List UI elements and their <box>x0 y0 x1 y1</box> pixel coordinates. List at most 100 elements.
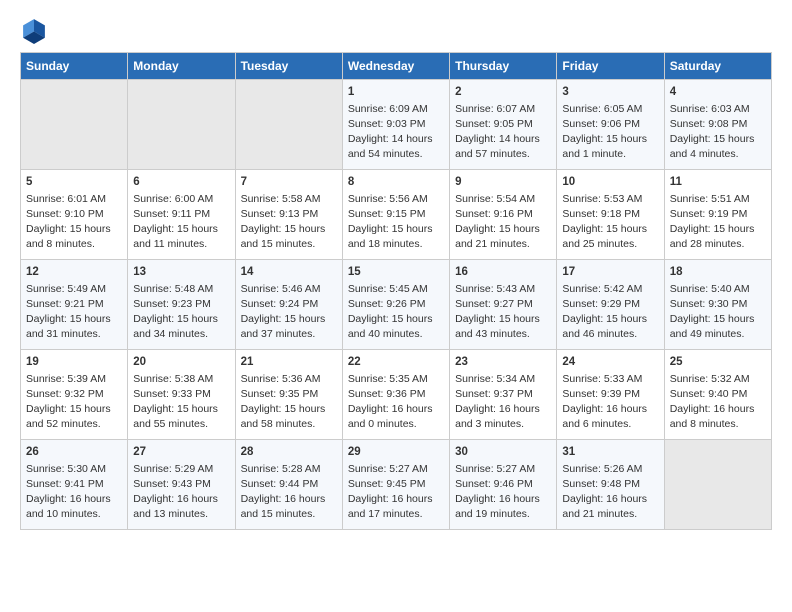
day-info: Sunrise: 5:27 AM <box>348 462 444 477</box>
day-info: Sunrise: 5:58 AM <box>241 192 337 207</box>
day-info: Daylight: 15 hours <box>241 312 337 327</box>
day-info: and 15 minutes. <box>241 507 337 522</box>
day-number: 30 <box>455 444 551 461</box>
day-number: 31 <box>562 444 658 461</box>
day-info: Sunrise: 5:32 AM <box>670 372 766 387</box>
column-header-wednesday: Wednesday <box>342 53 449 80</box>
day-info: and 58 minutes. <box>241 417 337 432</box>
day-info: and 19 minutes. <box>455 507 551 522</box>
day-info: Sunset: 9:13 PM <box>241 207 337 222</box>
day-info: Daylight: 15 hours <box>241 222 337 237</box>
day-info: Daylight: 15 hours <box>562 312 658 327</box>
day-info: and 21 minutes. <box>562 507 658 522</box>
day-info: Sunset: 9:24 PM <box>241 297 337 312</box>
day-info: Daylight: 15 hours <box>133 312 229 327</box>
day-info: Daylight: 16 hours <box>348 492 444 507</box>
day-info: Sunset: 9:03 PM <box>348 117 444 132</box>
day-info: Sunrise: 5:46 AM <box>241 282 337 297</box>
calendar-cell: 5Sunrise: 6:01 AMSunset: 9:10 PMDaylight… <box>21 170 128 260</box>
day-info: Daylight: 15 hours <box>348 312 444 327</box>
day-number: 16 <box>455 264 551 281</box>
day-info: Daylight: 16 hours <box>670 402 766 417</box>
day-info: Sunset: 9:40 PM <box>670 387 766 402</box>
day-number: 11 <box>670 174 766 191</box>
day-number: 15 <box>348 264 444 281</box>
calendar-header: SundayMondayTuesdayWednesdayThursdayFrid… <box>21 53 772 80</box>
calendar-cell: 17Sunrise: 5:42 AMSunset: 9:29 PMDayligh… <box>557 260 664 350</box>
calendar-cell: 14Sunrise: 5:46 AMSunset: 9:24 PMDayligh… <box>235 260 342 350</box>
day-info: Sunset: 9:30 PM <box>670 297 766 312</box>
day-info: and 17 minutes. <box>348 507 444 522</box>
calendar-cell: 16Sunrise: 5:43 AMSunset: 9:27 PMDayligh… <box>450 260 557 350</box>
day-info: Sunrise: 5:39 AM <box>26 372 122 387</box>
day-info: Sunset: 9:05 PM <box>455 117 551 132</box>
day-info: and 54 minutes. <box>348 147 444 162</box>
week-row-3: 12Sunrise: 5:49 AMSunset: 9:21 PMDayligh… <box>21 260 772 350</box>
calendar-cell: 9Sunrise: 5:54 AMSunset: 9:16 PMDaylight… <box>450 170 557 260</box>
day-number: 19 <box>26 354 122 371</box>
calendar-cell: 3Sunrise: 6:05 AMSunset: 9:06 PMDaylight… <box>557 80 664 170</box>
day-number: 8 <box>348 174 444 191</box>
day-number: 4 <box>670 84 766 101</box>
day-info: Sunrise: 5:49 AM <box>26 282 122 297</box>
day-info: Sunrise: 5:42 AM <box>562 282 658 297</box>
calendar-cell: 7Sunrise: 5:58 AMSunset: 9:13 PMDaylight… <box>235 170 342 260</box>
day-info: and 8 minutes. <box>26 237 122 252</box>
column-header-sunday: Sunday <box>21 53 128 80</box>
calendar-cell: 20Sunrise: 5:38 AMSunset: 9:33 PMDayligh… <box>128 350 235 440</box>
logo-icon <box>20 16 48 44</box>
day-info: Sunrise: 5:54 AM <box>455 192 551 207</box>
day-number: 25 <box>670 354 766 371</box>
day-info: Sunset: 9:41 PM <box>26 477 122 492</box>
day-info: Sunrise: 5:45 AM <box>348 282 444 297</box>
day-info: Sunset: 9:32 PM <box>26 387 122 402</box>
day-info: Sunset: 9:46 PM <box>455 477 551 492</box>
day-info: and 55 minutes. <box>133 417 229 432</box>
day-info: and 49 minutes. <box>670 327 766 342</box>
day-info: Sunrise: 5:40 AM <box>670 282 766 297</box>
day-number: 1 <box>348 84 444 101</box>
day-info: Daylight: 16 hours <box>26 492 122 507</box>
column-header-friday: Friday <box>557 53 664 80</box>
day-info: and 6 minutes. <box>562 417 658 432</box>
day-info: Daylight: 14 hours <box>348 132 444 147</box>
header-row: SundayMondayTuesdayWednesdayThursdayFrid… <box>21 53 772 80</box>
day-number: 3 <box>562 84 658 101</box>
day-info: Sunrise: 5:34 AM <box>455 372 551 387</box>
day-info: and 15 minutes. <box>241 237 337 252</box>
day-info: and 31 minutes. <box>26 327 122 342</box>
calendar-cell: 1Sunrise: 6:09 AMSunset: 9:03 PMDaylight… <box>342 80 449 170</box>
day-info: Sunset: 9:11 PM <box>133 207 229 222</box>
day-info: Sunset: 9:45 PM <box>348 477 444 492</box>
day-info: Daylight: 16 hours <box>241 492 337 507</box>
calendar-cell: 21Sunrise: 5:36 AMSunset: 9:35 PMDayligh… <box>235 350 342 440</box>
day-info: Sunset: 9:43 PM <box>133 477 229 492</box>
day-number: 28 <box>241 444 337 461</box>
day-number: 29 <box>348 444 444 461</box>
day-number: 2 <box>455 84 551 101</box>
calendar-cell: 6Sunrise: 6:00 AMSunset: 9:11 PMDaylight… <box>128 170 235 260</box>
logo <box>20 16 52 44</box>
day-info: and 3 minutes. <box>455 417 551 432</box>
day-info: Sunrise: 6:03 AM <box>670 102 766 117</box>
day-info: Sunrise: 6:05 AM <box>562 102 658 117</box>
day-info: Daylight: 16 hours <box>348 402 444 417</box>
day-info: Sunset: 9:15 PM <box>348 207 444 222</box>
calendar-cell: 12Sunrise: 5:49 AMSunset: 9:21 PMDayligh… <box>21 260 128 350</box>
day-info: Daylight: 15 hours <box>26 222 122 237</box>
day-info: Daylight: 15 hours <box>26 402 122 417</box>
page-header <box>20 16 772 44</box>
calendar-cell: 22Sunrise: 5:35 AMSunset: 9:36 PMDayligh… <box>342 350 449 440</box>
day-number: 6 <box>133 174 229 191</box>
day-number: 23 <box>455 354 551 371</box>
day-info: Sunset: 9:10 PM <box>26 207 122 222</box>
day-info: Daylight: 15 hours <box>455 312 551 327</box>
day-info: Sunset: 9:48 PM <box>562 477 658 492</box>
day-info: Sunset: 9:36 PM <box>348 387 444 402</box>
calendar-cell: 29Sunrise: 5:27 AMSunset: 9:45 PMDayligh… <box>342 440 449 530</box>
day-info: Sunrise: 5:28 AM <box>241 462 337 477</box>
day-info: and 37 minutes. <box>241 327 337 342</box>
day-number: 21 <box>241 354 337 371</box>
calendar-cell <box>235 80 342 170</box>
day-info: and 0 minutes. <box>348 417 444 432</box>
